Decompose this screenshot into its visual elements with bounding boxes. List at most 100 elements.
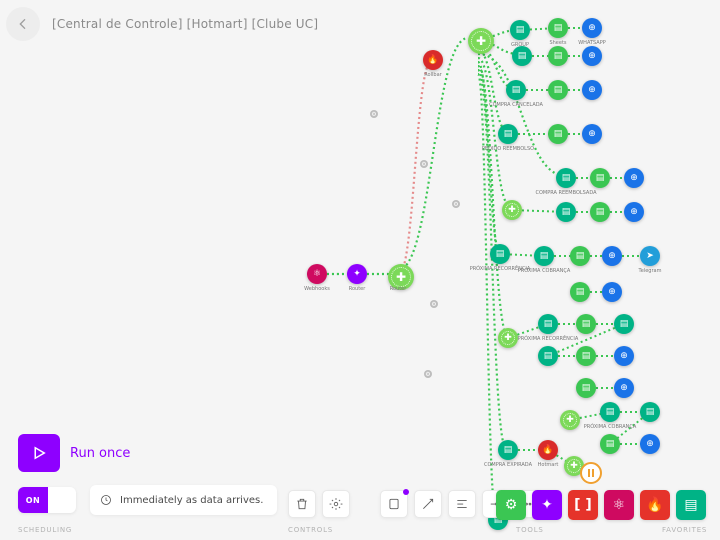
module-node-err[interactable]: 🔥 — [423, 50, 443, 70]
module-node-r2a[interactable]: ▤ — [512, 46, 532, 66]
schedule-trigger-text: Immediately as data arrives. — [120, 495, 263, 506]
module-node-r7b1[interactable]: ▤ — [570, 282, 590, 302]
module-icon: ▤ — [562, 174, 571, 183]
section-favorites-label: FAVORITES — [662, 526, 707, 534]
trash-icon — [295, 497, 309, 511]
module-icon: ▤ — [540, 252, 549, 261]
module-node-r7c[interactable]: ⊕ — [602, 246, 622, 266]
module-icon: ▤ — [606, 440, 615, 449]
tools-icon: ✦ — [541, 497, 553, 513]
module-node-r5a[interactable]: ▤ — [556, 168, 576, 188]
module-node-r8c2[interactable]: ⊕ — [614, 346, 634, 366]
module-icon: ▤ — [576, 288, 585, 297]
back-button[interactable] — [6, 7, 40, 41]
fav-tools[interactable]: ✦ — [532, 490, 562, 520]
module-node-r5c[interactable]: ⊕ — [624, 168, 644, 188]
fav-settings[interactable]: ⚙ — [496, 490, 526, 520]
control-delete-button[interactable] — [288, 490, 316, 518]
fav-sheets[interactable]: ▤ — [676, 490, 706, 520]
module-node-r8c[interactable]: ▤ — [614, 314, 634, 334]
module-node-r10b[interactable]: ▤ — [640, 402, 660, 422]
module-icon: ▤ — [596, 208, 605, 217]
module-icon: ▤ — [606, 408, 615, 417]
module-icon: ▤ — [554, 130, 563, 139]
module-node-r7a[interactable]: ▤ — [490, 244, 510, 264]
module-icon: ▤ — [582, 352, 591, 361]
module-node-l3[interactable]: ✚ — [388, 264, 414, 290]
module-node-r10a2[interactable]: ▤ — [600, 434, 620, 454]
module-node-r7a2[interactable]: ▤ — [534, 246, 554, 266]
schedule-trigger-button[interactable]: Immediately as data arrives. — [90, 485, 277, 515]
tool-notes-button[interactable] — [380, 490, 408, 518]
module-node-r7b2[interactable]: ⊕ — [602, 282, 622, 302]
filter-handle[interactable] — [452, 200, 460, 208]
module-icon: ▤ — [576, 252, 585, 261]
module-node-r7d[interactable]: ➤ — [640, 246, 660, 266]
filter-handle[interactable] — [370, 110, 378, 118]
module-icon: ⊕ — [588, 86, 596, 95]
filter-handle[interactable] — [424, 370, 432, 378]
scheduling-toggle[interactable]: ON — [18, 487, 76, 513]
tool-align-button[interactable] — [448, 490, 476, 518]
module-node-r8a[interactable]: ▤ — [538, 314, 558, 334]
module-icon: ⊕ — [630, 208, 638, 217]
tool-magic-button[interactable] — [414, 490, 442, 518]
module-node-r7b[interactable]: ▤ — [570, 246, 590, 266]
module-node-r8hub[interactable]: ✚ — [498, 328, 518, 348]
module-node-r6hub[interactable]: ✚ — [502, 200, 522, 220]
module-node-r2c[interactable]: ⊕ — [582, 46, 602, 66]
module-icon: ⊕ — [620, 352, 628, 361]
filter-handle[interactable] — [420, 160, 428, 168]
sheets-icon: ▤ — [684, 497, 697, 513]
section-tools-label: TOOLS — [516, 526, 544, 534]
fav-webhook[interactable]: ⚛ — [604, 490, 634, 520]
module-node-r6c[interactable]: ⊕ — [624, 202, 644, 222]
module-node-r6b[interactable]: ▤ — [590, 202, 610, 222]
module-node-r8a2[interactable]: ▤ — [538, 346, 558, 366]
module-node-r8b2[interactable]: ▤ — [576, 346, 596, 366]
module-node-l1[interactable]: ⚛ — [307, 264, 327, 284]
control-settings-button[interactable] — [322, 490, 350, 518]
module-node-l2[interactable]: ✦ — [347, 264, 367, 284]
module-icon: ⊕ — [608, 288, 616, 297]
section-scheduling-label: SCHEDULING — [18, 526, 72, 534]
module-node-r4c[interactable]: ⊕ — [582, 124, 602, 144]
module-node-r10a[interactable]: ▤ — [600, 402, 620, 422]
module-node-r5b[interactable]: ▤ — [590, 168, 610, 188]
clock-icon — [100, 494, 112, 506]
module-node-r2b[interactable]: ▤ — [548, 46, 568, 66]
module-node-r11b[interactable]: 🔥 — [538, 440, 558, 460]
module-icon: ⊕ — [620, 384, 628, 393]
fav-hotmart[interactable]: 🔥 — [640, 490, 670, 520]
module-icon: 🔥 — [427, 56, 438, 65]
module-node-r4a[interactable]: ▤ — [498, 124, 518, 144]
module-icon: ▤ — [518, 52, 527, 61]
module-icon: ⊕ — [630, 174, 638, 183]
brackets-icon: [ ] — [574, 497, 592, 513]
fire-icon: 🔥 — [646, 497, 663, 513]
module-icon: ➤ — [646, 252, 654, 261]
module-node-r10hub[interactable]: ✚ — [560, 410, 580, 430]
module-node-r8b[interactable]: ▤ — [576, 314, 596, 334]
module-node-r9a[interactable]: ▤ — [576, 378, 596, 398]
module-icon: ▤ — [582, 384, 591, 393]
module-node-r4b[interactable]: ▤ — [548, 124, 568, 144]
module-node-r11a[interactable]: ▤ — [498, 440, 518, 460]
module-node-r10b2[interactable]: ⊕ — [640, 434, 660, 454]
module-node-r3b[interactable]: ▤ — [548, 80, 568, 100]
module-icon: ▤ — [504, 130, 513, 139]
module-icon: ▤ — [562, 208, 571, 217]
module-node-r6a[interactable]: ▤ — [556, 202, 576, 222]
webhook-icon: ⚛ — [613, 497, 626, 513]
pause-indicator[interactable] — [580, 462, 602, 484]
run-once-button[interactable] — [18, 434, 60, 472]
gear-icon — [329, 497, 343, 511]
module-icon: ▤ — [544, 352, 553, 361]
filter-handle[interactable] — [430, 300, 438, 308]
module-node-r3a[interactable]: ▤ — [506, 80, 526, 100]
toggle-on-label: ON — [18, 487, 48, 513]
gear-icon: ⚙ — [505, 497, 518, 513]
fav-brackets[interactable]: [ ] — [568, 490, 598, 520]
module-node-r9b[interactable]: ⊕ — [614, 378, 634, 398]
module-node-r3c[interactable]: ⊕ — [582, 80, 602, 100]
